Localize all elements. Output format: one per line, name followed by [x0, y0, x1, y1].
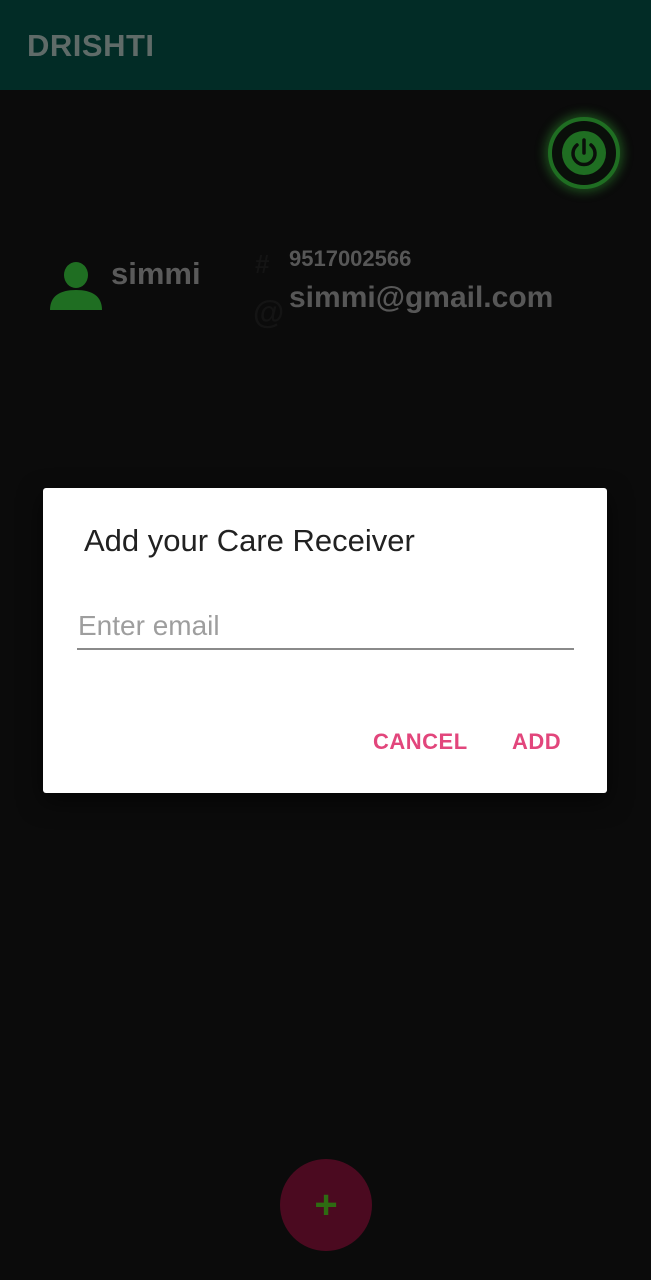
add-button[interactable]: ADD [512, 725, 561, 759]
cancel-button[interactable]: CANCEL [373, 725, 468, 759]
person-icon [48, 260, 104, 315]
power-button[interactable] [548, 117, 620, 189]
add-care-receiver-dialog: Add your Care Receiver CANCEL ADD [43, 488, 607, 793]
app-title: DRISHTI [27, 28, 155, 63]
dialog-title: Add your Care Receiver [84, 523, 415, 558]
add-fab-button[interactable]: + [280, 1159, 372, 1251]
plus-icon: + [314, 1183, 338, 1227]
app-bar: DRISHTI [0, 0, 651, 90]
phone-hash-icon: # [255, 249, 270, 279]
user-name: simmi [111, 256, 201, 291]
power-icon [562, 131, 606, 175]
email-at-icon: @ [253, 294, 285, 330]
email-input[interactable] [77, 604, 574, 650]
app-root: DRISHTI simmi # @ 9517002566 simmi@gmail… [0, 0, 651, 1280]
user-phone: 9517002566 [289, 246, 412, 271]
user-email: simmi@gmail.com [289, 281, 554, 314]
